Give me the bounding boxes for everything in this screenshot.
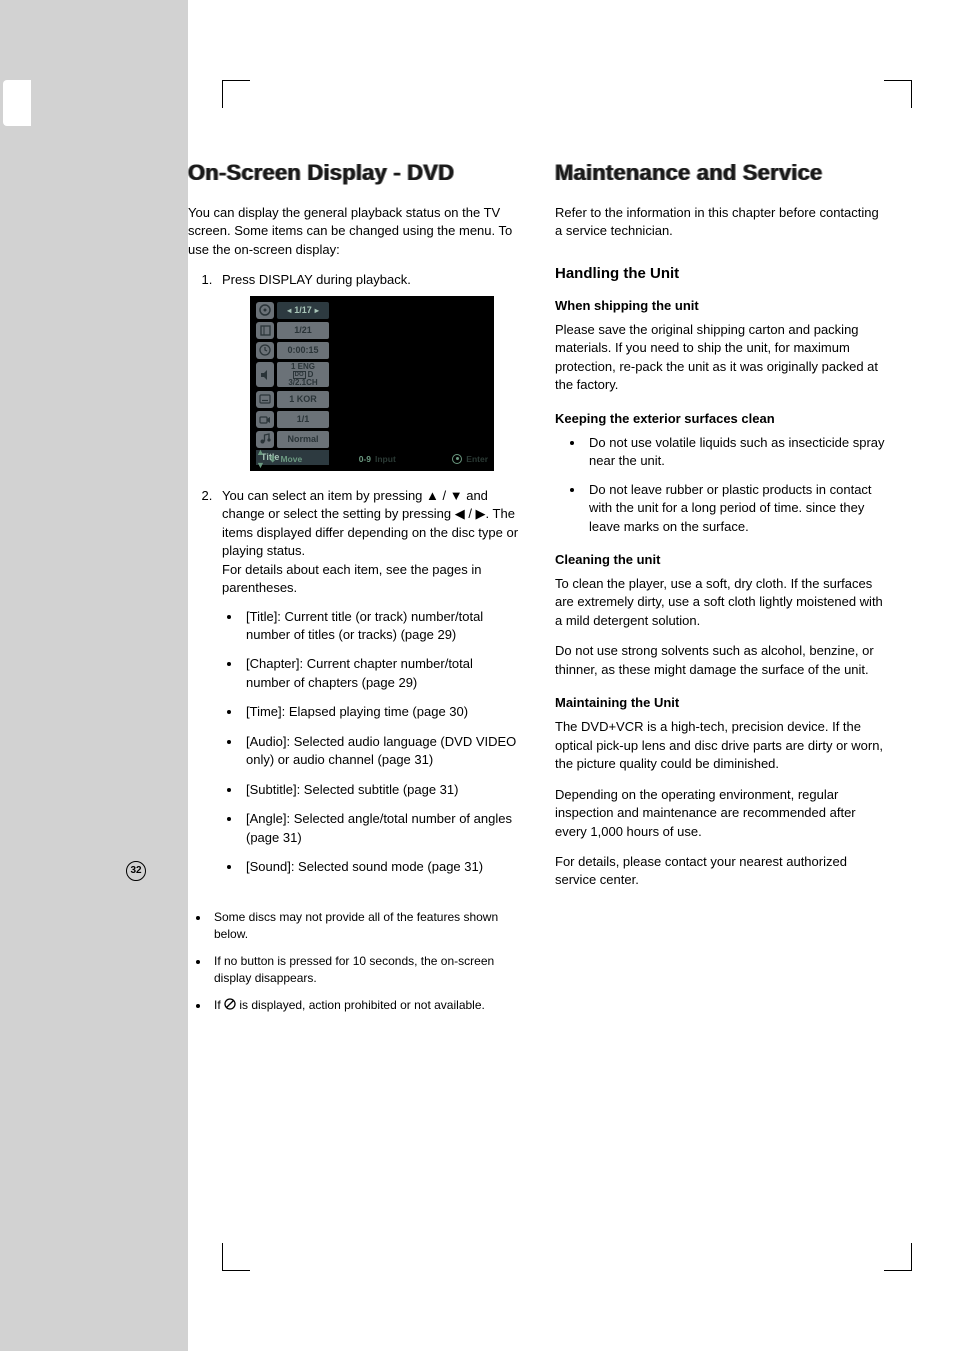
item-sound: [Sound]: Selected sound mode (page 31) [242,858,519,876]
osd-subtitle-value: 1 KOR [277,391,329,408]
ext-1: Do not use volatile liquids such as inse… [585,434,886,471]
osd-row-title: ◂1/17▸ [256,301,494,320]
osd-row-sound: Normal [256,430,494,449]
crop-mark [222,80,250,108]
osd-audio-value: 1 ENG DOD 3/2.1CH [277,362,329,387]
osd-intro: You can display the general playback sta… [188,204,519,259]
h3-shipping: When shipping the unit [555,298,886,313]
right-column: Maintenance and Service Refer to the inf… [555,160,886,1024]
crop-mark [884,80,912,108]
item-angle: [Angle]: Selected angle/total number of … [242,810,519,847]
p-shipping: Please save the original shipping carton… [555,321,886,395]
item-audio: [Audio]: Selected audio language (DVD VI… [242,733,519,770]
osd-row-time: 0:00:15 [256,341,494,360]
osd-title-value: ◂1/17▸ [277,302,329,319]
page-tab [3,80,31,126]
enter-icon [452,454,462,464]
footer-input-num: 0-9 [359,453,371,465]
audio-icon [256,362,274,387]
step-1: Press DISPLAY during playback. ◂1/17▸ [216,271,519,470]
item-chapter: [Chapter]: Current chapter number/total … [242,655,519,692]
osd-sound-value: Normal [277,431,329,448]
note-3: If is displayed, action prohibited or no… [210,997,519,1014]
step-2-details: For details about each item, see the pag… [222,562,481,595]
p-clean1: To clean the player, use a soft, dry clo… [555,575,886,630]
heading-osd: On-Screen Display - DVD [188,160,519,186]
osd-row-subtitle: 1 KOR [256,390,494,409]
footer-enter: Enter [466,453,488,465]
p-maint2: Depending on the operating environment, … [555,786,886,841]
item-time: [Time]: Elapsed playing time (page 30) [242,703,519,721]
disc-icon [256,302,274,319]
maintenance-intro: Refer to the information in this chapter… [555,204,886,241]
item-subtitle: [Subtitle]: Selected subtitle (page 31) [242,781,519,799]
h3-exterior: Keeping the exterior surfaces clean [555,411,886,426]
osd-screenshot: ◂1/17▸ 1/21 [250,296,494,471]
osd-row-chapter: 1/21 [256,321,494,340]
crop-mark [222,1243,250,1271]
step-2: You can select an item by pressing ▲ / ▼… [216,487,519,877]
p-maint1: The DVD+VCR is a high-tech, precision de… [555,718,886,773]
p-maint3: For details, please contact your nearest… [555,853,886,890]
ext-2: Do not leave rubber or plastic products … [585,481,886,536]
footer-move: Move [280,453,302,465]
osd-chapter-value: 1/21 [277,322,329,339]
h3-maintain: Maintaining the Unit [555,695,886,710]
crop-mark [884,1243,912,1271]
osd-row-audio: 1 ENG DOD 3/2.1CH [256,361,494,389]
heading-maintenance: Maintenance and Service [555,160,886,186]
angle-icon [256,411,274,428]
page-number: 32 [126,861,146,881]
osd-footer: ▲▼ ⬍ Move 0-9 Input Enter [256,451,488,467]
item-title: [Title]: Current title (or track) number… [242,608,519,645]
osd-time-value: 0:00:15 [277,342,329,359]
sidebar-margin [0,0,188,1351]
h3-cleaning: Cleaning the unit [555,552,886,567]
step-1-text: Press DISPLAY during playback. [222,272,411,287]
osd-row-angle: 1/1 [256,410,494,429]
osd-angle-value: 1/1 [277,411,329,428]
clock-icon [256,342,274,359]
page: On-Screen Display - DVD You can display … [188,0,954,1351]
prohibit-icon [224,998,236,1010]
footer-input: Input [375,453,396,465]
updown-icon: ▲▼ [256,446,265,472]
note-2: If no button is pressed for 10 seconds, … [210,953,519,987]
h2-handling: Handling the Unit [555,265,886,282]
step-2-text: You can select an item by pressing ▲ / ▼… [222,488,518,558]
chapter-icon [256,322,274,339]
p-clean2: Do not use strong solvents such as alcoh… [555,642,886,679]
note-1: Some discs may not provide all of the fe… [210,909,519,943]
subtitle-icon [256,391,274,408]
left-column: On-Screen Display - DVD You can display … [188,160,519,1024]
